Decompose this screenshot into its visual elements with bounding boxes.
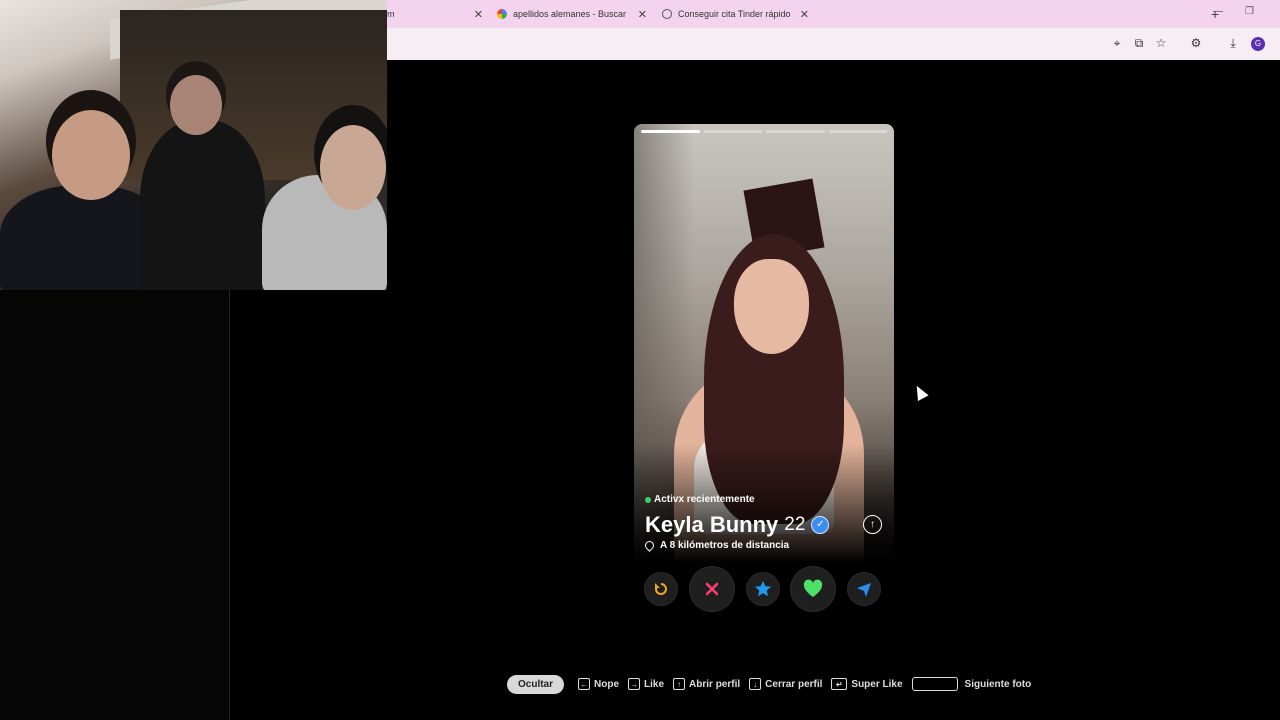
left-dark-panel bbox=[0, 290, 230, 720]
nope-button[interactable] bbox=[690, 567, 734, 611]
x-icon bbox=[705, 582, 719, 596]
restore-button[interactable]: ❐ bbox=[1245, 6, 1254, 17]
profile-avatar[interactable]: G bbox=[1251, 37, 1265, 51]
tab-close-icon[interactable]: ✕ bbox=[474, 8, 483, 21]
online-dot-icon bbox=[645, 496, 651, 503]
tab-tinder-guide[interactable]: Conseguir cita Tinder rápido ✕ bbox=[662, 0, 809, 28]
photo-progress-bar[interactable] bbox=[641, 130, 700, 133]
up-arrow-key-icon: ↑ bbox=[673, 678, 686, 690]
location-pin-icon bbox=[643, 539, 656, 552]
browser-toolbar: ⌖ ⧉ ☆ ⚙ ⤓ G bbox=[387, 28, 1280, 60]
tab-google-search[interactable]: apellidos alemanes - Buscar co ✕ bbox=[497, 0, 647, 28]
shortcut-label: Cerrar perfil bbox=[765, 678, 823, 690]
minimize-button[interactable]: — bbox=[1213, 6, 1223, 17]
extensions-icon[interactable]: ⚙ bbox=[1189, 36, 1203, 50]
photo-progress-bars bbox=[641, 130, 887, 133]
keyboard-shortcuts-bar: Ocultar ← Nope → Like ↑ Abrir perfil ↓ Cerra… bbox=[507, 674, 1040, 694]
shortcut-label: Nope bbox=[594, 678, 620, 690]
heart-icon bbox=[803, 579, 823, 597]
tab-partial[interactable]: m ✕ bbox=[387, 0, 483, 28]
boost-button[interactable] bbox=[848, 573, 880, 605]
super-like-button[interactable] bbox=[747, 573, 779, 605]
install-app-icon[interactable]: ⧉ bbox=[1132, 36, 1146, 50]
send-icon bbox=[857, 583, 871, 597]
shortcut-label: Super Like bbox=[851, 678, 903, 690]
mouse-cursor-icon bbox=[911, 383, 929, 401]
tab-close-icon[interactable]: ✕ bbox=[638, 8, 647, 21]
activity-label: Activx recientemente bbox=[654, 494, 755, 505]
shortcut-nope: ← Nope bbox=[578, 678, 619, 690]
shortcut-label: Siguiente foto bbox=[964, 678, 1032, 690]
shortcut-label: Like bbox=[644, 678, 665, 690]
tab-close-icon[interactable]: ✕ bbox=[800, 8, 809, 21]
photo-progress-bar[interactable] bbox=[703, 130, 762, 133]
name-row: Keyla Bunny 22 ✓ bbox=[645, 512, 830, 538]
star-icon bbox=[754, 580, 772, 597]
open-profile-button[interactable]: ↑ bbox=[863, 515, 882, 534]
like-button[interactable] bbox=[791, 567, 835, 611]
google-icon bbox=[497, 9, 507, 19]
space-key-icon bbox=[911, 677, 958, 691]
tab-title: m bbox=[387, 9, 395, 19]
location-icon[interactable]: ⌖ bbox=[1110, 36, 1124, 50]
browser-tab-strip: m ✕ apellidos alemanes - Buscar co ✕ Con… bbox=[387, 0, 1280, 28]
rewind-icon bbox=[654, 583, 667, 595]
enter-key-icon: ↵ bbox=[831, 678, 848, 690]
distance-row: A 8 kilómetros de distancia bbox=[643, 539, 790, 552]
down-arrow-key-icon: ↓ bbox=[749, 678, 762, 690]
shortcut-open-profile: ↑ Abrir perfil bbox=[673, 678, 740, 690]
shortcut-like: → Like bbox=[628, 678, 664, 690]
profile-name: Keyla Bunny bbox=[645, 512, 779, 537]
left-arrow-key-icon: ← bbox=[578, 678, 591, 690]
right-arrow-key-icon: → bbox=[628, 678, 641, 690]
webcam-head-right bbox=[320, 125, 386, 210]
shortcut-close-profile: ↓ Cerrar perfil bbox=[749, 678, 822, 690]
distance-label: A 8 kilómetros de distancia bbox=[660, 540, 790, 551]
globe-icon bbox=[662, 9, 672, 19]
photo-progress-bar[interactable] bbox=[766, 130, 825, 133]
bookmark-star-icon[interactable]: ☆ bbox=[1154, 36, 1168, 50]
photo-face bbox=[734, 259, 809, 354]
profile-card[interactable]: Activx recientemente Keyla Bunny 22 ✓ ↑ … bbox=[634, 124, 894, 584]
shortcut-super-like: ↵ Super Like bbox=[831, 678, 903, 690]
verified-badge-icon: ✓ bbox=[811, 516, 830, 534]
hide-shortcuts-button[interactable]: Ocultar bbox=[507, 674, 565, 694]
photo-progress-bar[interactable] bbox=[828, 130, 887, 133]
tab-title: Conseguir cita Tinder rápido bbox=[678, 9, 791, 19]
tab-title: apellidos alemanes - Buscar co bbox=[513, 9, 628, 19]
rewind-button[interactable] bbox=[645, 573, 677, 605]
webcam-head-center bbox=[170, 75, 222, 135]
webcam-person-center bbox=[140, 120, 265, 290]
download-icon[interactable]: ⤓ bbox=[1226, 36, 1240, 50]
webcam-overlay bbox=[0, 0, 387, 290]
action-buttons bbox=[644, 567, 884, 611]
activity-status: Activx recientemente bbox=[645, 494, 755, 505]
profile-age: 22 bbox=[784, 514, 806, 535]
shortcut-next-photo: Siguiente foto bbox=[911, 677, 1032, 691]
shortcut-label: Abrir perfil bbox=[689, 678, 741, 690]
webcam-head-left bbox=[52, 110, 130, 200]
